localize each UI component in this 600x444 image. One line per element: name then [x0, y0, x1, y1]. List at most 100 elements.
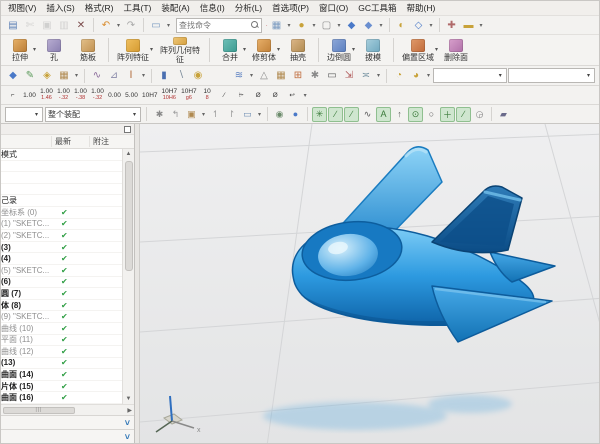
dim-2[interactable]: 1.001.46	[39, 87, 54, 103]
expression-combo[interactable]: ▾	[433, 68, 507, 83]
tree-row-7[interactable]: (2) "SKETC...✔	[1, 230, 122, 242]
chevron-down-icon[interactable]: ▾	[73, 72, 80, 79]
scroll-down-icon[interactable]: ▼	[126, 394, 132, 404]
redo-icon[interactable]: ↷	[123, 17, 139, 33]
auto-point-icon[interactable]: A	[376, 107, 391, 122]
chevron-down-icon[interactable]: ▾	[277, 46, 280, 53]
column-latest[interactable]: 最新	[51, 136, 89, 147]
person2-icon[interactable]: ◕	[408, 68, 424, 84]
chevron-down-icon[interactable]: ▾	[165, 22, 172, 29]
chevron-down-icon[interactable]: ▾	[375, 72, 382, 79]
sketch-dim-icon[interactable]: ⊿	[106, 68, 122, 84]
shaded-icon[interactable]: ●	[288, 107, 303, 122]
chevron-down-icon[interactable]: ▾	[256, 111, 263, 118]
tree-row-5[interactable]: 坐标系 (0)✔	[1, 207, 122, 219]
offset-region-button[interactable]: 偏置区域▾	[397, 35, 439, 65]
snap-view-icon[interactable]: ◆	[361, 17, 377, 33]
tree-row-15[interactable]: 曲线 (10)✔	[1, 323, 122, 335]
menu-9[interactable]: GC工具箱	[354, 1, 400, 15]
tree-row-18[interactable]: (13)✔	[1, 358, 122, 370]
tree-row-19[interactable]: 曲面 (14)✔	[1, 369, 122, 381]
return-icon[interactable]: ↩	[285, 87, 300, 103]
up-select-icon[interactable]: ↿	[208, 107, 223, 122]
gears-icon[interactable]: ✱	[307, 68, 323, 84]
revolve-icon[interactable]: ◉	[190, 68, 206, 84]
circle-icon[interactable]: ○	[424, 107, 439, 122]
tree-row-10[interactable]: (5) "SKETC...✔	[1, 265, 122, 277]
pattern-geometry-button[interactable]: 阵列几何特征	[154, 35, 206, 65]
tree-row-16[interactable]: 平面 (11)✔	[1, 335, 122, 347]
tree-row-1[interactable]	[1, 161, 122, 173]
dim-3[interactable]: 1.00-.32	[56, 87, 71, 103]
save-icon[interactable]: ▤	[5, 17, 21, 33]
command-finder-input[interactable]	[179, 21, 251, 30]
down-select-icon[interactable]: ↾	[224, 107, 239, 122]
tree-row-6[interactable]: (1) "SKETC...✔	[1, 219, 122, 231]
delete-icon[interactable]: ✕	[73, 17, 89, 33]
tree-row-13[interactable]: 体 (8)✔	[1, 300, 122, 312]
unite-button[interactable]: 合并▾	[213, 35, 247, 65]
menu-0[interactable]: 视图(V)	[4, 1, 40, 15]
fit-icon[interactable]: ≍	[358, 68, 374, 84]
endpoint-icon[interactable]: ∕	[328, 107, 343, 122]
tree-row-4[interactable]: 己录	[1, 195, 122, 207]
ruler-icon[interactable]: ▬	[461, 17, 477, 33]
chevron-down-icon[interactable]: ▾	[336, 22, 343, 29]
orient-view-icon[interactable]: ◆	[344, 17, 360, 33]
menu-6[interactable]: 分析(L)	[231, 1, 266, 15]
chevron-down-icon[interactable]: ▾	[352, 46, 355, 53]
navigator-horizontal-scrollbar[interactable]: ||| ▶	[1, 404, 134, 415]
pattern-plus-icon[interactable]: ⊞	[290, 68, 306, 84]
arrow-up-icon[interactable]: ↑	[392, 107, 407, 122]
chevron-down-icon[interactable]: ▾	[302, 92, 309, 99]
scroll-right-icon[interactable]: ▶	[127, 407, 132, 414]
sketch-icon[interactable]: ✎	[22, 68, 38, 84]
person-icon[interactable]: ◔	[391, 68, 407, 84]
datum-csys-icon[interactable]: ◈	[39, 68, 55, 84]
chevron-down-icon[interactable]: ▾	[140, 72, 147, 79]
sketch-curve-icon[interactable]: ∿	[89, 68, 105, 84]
scroll-up-icon[interactable]: ▲	[126, 149, 132, 159]
background-icon[interactable]: ▢	[319, 17, 335, 33]
highlight-icon[interactable]: ◉	[272, 107, 287, 122]
command-finder[interactable]	[176, 18, 262, 33]
menu-5[interactable]: 信息(I)	[196, 1, 229, 15]
measure-icon[interactable]: ✚	[444, 17, 460, 33]
window-icon[interactable]: ▭	[148, 17, 164, 33]
move-object-icon[interactable]: ◇	[411, 17, 427, 33]
tolerance-icon[interactable]: △	[256, 68, 272, 84]
fit-4[interactable]: 108	[200, 87, 215, 103]
dependencies-panel-bar[interactable]: ˅	[1, 415, 134, 429]
menu-2[interactable]: 格式(R)	[81, 1, 118, 15]
chevron-down-icon[interactable]: ▾	[425, 72, 432, 79]
tree-row-20[interactable]: 片体 (15)✔	[1, 381, 122, 393]
plus-icon[interactable]: ＋	[440, 107, 455, 122]
chevron-down-icon[interactable]: ▾	[311, 22, 318, 29]
chevron-down-icon[interactable]: ▾	[248, 72, 255, 79]
corner-icon[interactable]: ⌐	[5, 87, 20, 103]
chevron-down-icon[interactable]: ▾	[378, 22, 385, 29]
tree-row-3[interactable]	[1, 184, 122, 196]
sweep-icon[interactable]: ∖	[173, 68, 189, 84]
dim-7[interactable]: 5.00	[124, 87, 139, 103]
monitor-icon[interactable]: ▭	[324, 68, 340, 84]
chevron-down-icon[interactable]: ▾	[478, 22, 485, 29]
menu-4[interactable]: 装配(A)	[157, 1, 193, 15]
menu-10[interactable]: 帮助(H)	[403, 1, 440, 15]
column-note[interactable]: 附注	[89, 136, 134, 147]
copy-icon[interactable]: ▣	[39, 17, 55, 33]
scrollbar-thumb[interactable]: |||	[3, 407, 75, 414]
extrude-button[interactable]: 拉伸▾	[3, 35, 37, 65]
scrollbar-thumb[interactable]	[125, 161, 133, 271]
shell-button[interactable]: 抽壳	[281, 35, 315, 65]
paste-icon[interactable]: ▥	[56, 17, 72, 33]
chevron-down-icon[interactable]: ▾	[435, 46, 438, 53]
navigator-vertical-scrollbar[interactable]: ▲ ▼	[122, 149, 134, 404]
pattern-feature-button[interactable]: 阵列特征▾	[112, 35, 154, 65]
snap-settings-icon[interactable]: ✱	[152, 107, 167, 122]
hole-button[interactable]: 孔	[37, 35, 71, 65]
undo-icon[interactable]: ↶	[98, 17, 114, 33]
slash-icon[interactable]: ∕	[217, 87, 232, 103]
clipboard-icon[interactable]: ▣	[184, 107, 199, 122]
details-panel-bar[interactable]: ˅	[1, 429, 134, 443]
